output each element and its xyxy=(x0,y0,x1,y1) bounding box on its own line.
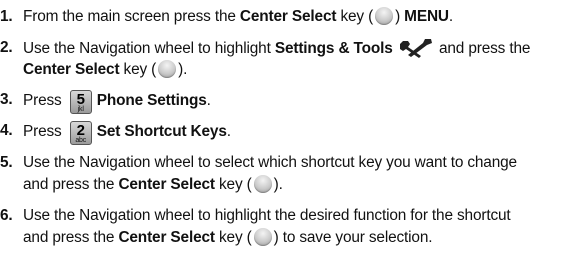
step-number: 2. xyxy=(0,39,13,56)
step-number: 1. xyxy=(0,8,13,25)
center-select-key-icon xyxy=(158,60,177,78)
keypad-2-key-icon: 2 abc xyxy=(69,121,92,145)
center-select-key-icon xyxy=(253,228,272,246)
step-number: 5. xyxy=(0,154,13,171)
key-letters: jkl xyxy=(77,106,84,113)
key-letters: abc xyxy=(75,137,87,144)
key-digit: 5 xyxy=(76,91,85,108)
center-select-label: Center Select xyxy=(118,176,215,193)
step-text: key ( xyxy=(214,229,252,246)
step-text: and press the xyxy=(23,229,119,246)
step-number: 6. xyxy=(0,207,13,224)
center-select-label: Center Select xyxy=(239,8,337,25)
step-text: key ( xyxy=(214,176,252,193)
step-text: Use the Navigation wheel to highlight xyxy=(23,40,275,57)
step-text: . xyxy=(226,123,231,140)
center-select-key-icon xyxy=(375,7,394,25)
step-text: and press the xyxy=(434,40,531,57)
key-digit: 2 xyxy=(76,122,85,139)
step-text: ) xyxy=(395,8,405,25)
step-text: . xyxy=(448,8,454,25)
step-text: From the main screen press the xyxy=(23,8,240,25)
set-shortcut-keys-label: Set Shortcut Keys xyxy=(96,123,227,140)
step-text: ). xyxy=(178,61,188,78)
center-select-label: Center Select xyxy=(118,229,215,246)
step-number: 3. xyxy=(0,91,13,108)
instruction-steps: 1. From the main screen press the Center… xyxy=(0,0,584,260)
step-text: key ( xyxy=(119,61,157,78)
step-text: Press xyxy=(23,92,62,109)
center-select-key-icon xyxy=(253,175,272,193)
step-text: ) to save your selection. xyxy=(273,229,433,246)
center-select-label: Center Select xyxy=(23,61,120,78)
menu-label: MENU xyxy=(404,8,449,25)
step-text: Use the Navigation wheel to select which… xyxy=(23,154,517,171)
phone-settings-label: Phone Settings xyxy=(96,92,207,109)
step-text: ). xyxy=(273,176,283,193)
keypad-5-key-icon: 5 jkl xyxy=(69,90,92,114)
settings-tools-label: Settings & Tools xyxy=(274,40,393,57)
step-text: Use the Navigation wheel to highlight th… xyxy=(23,207,511,224)
step-text: and press the xyxy=(23,176,119,193)
step-text: key ( xyxy=(336,8,374,25)
step-text: Press xyxy=(23,123,62,140)
step-text: . xyxy=(206,92,211,109)
step-number: 4. xyxy=(0,122,13,139)
